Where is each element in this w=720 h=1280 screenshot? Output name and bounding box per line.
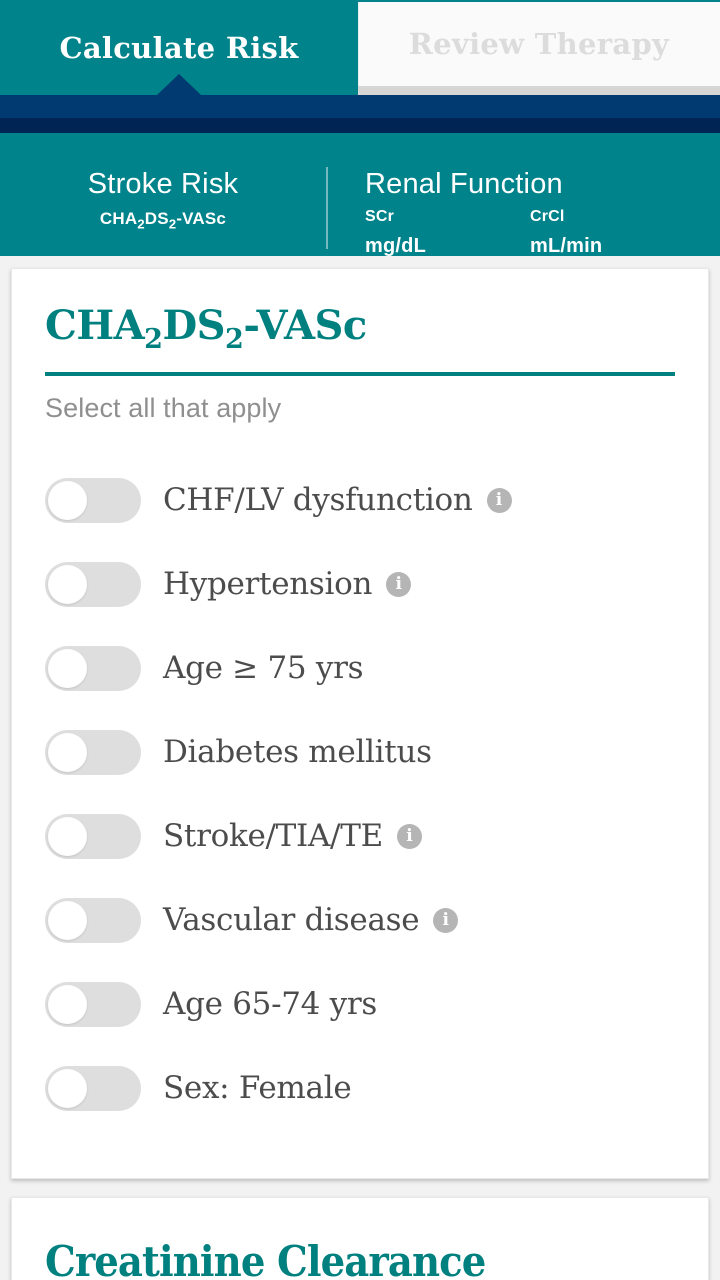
renal-field-scr[interactable]: SCr mg/dL bbox=[365, 208, 530, 258]
score-prefix: CHA bbox=[99, 209, 138, 228]
info-icon[interactable]: i bbox=[386, 571, 412, 597]
chads-vasc-row[interactable]: Stroke/TIA/TE i bbox=[45, 794, 675, 878]
card-title-sub2: 2 bbox=[225, 324, 244, 355]
chads-vasc-row[interactable]: Sex: Female bbox=[45, 1046, 675, 1130]
creatinine-clearance-title: Creatinine Clearance bbox=[45, 1237, 486, 1280]
toggle-knob bbox=[48, 1068, 87, 1108]
tab-calculate-risk-label: Calculate Risk bbox=[59, 30, 299, 65]
card-title-prefix: CHA bbox=[45, 302, 145, 349]
row-label-wrap: Age ≥ 75 yrs bbox=[141, 650, 364, 686]
toggle-knob bbox=[48, 480, 87, 520]
info-icon[interactable]: i bbox=[396, 823, 422, 849]
renal-field-crcl[interactable]: CrCl mL/min bbox=[530, 208, 695, 258]
row-label: Age ≥ 75 yrs bbox=[163, 650, 364, 686]
toggle-switch[interactable] bbox=[45, 561, 141, 607]
row-label: Diabetes mellitus bbox=[163, 734, 432, 770]
renal-fields: SCr mg/dL CrCl mL/min bbox=[365, 208, 720, 258]
chads-vasc-row[interactable]: CHF/LV dysfunction i bbox=[45, 458, 675, 542]
toggle-knob bbox=[48, 648, 87, 688]
renal-function-summary[interactable]: Renal Function SCr mg/dL CrCl mL/min bbox=[328, 145, 720, 258]
row-label: Vascular disease bbox=[163, 902, 420, 938]
row-label-wrap: Diabetes mellitus bbox=[141, 734, 432, 770]
caret-up-icon bbox=[157, 74, 201, 95]
scr-label: SCr bbox=[365, 208, 395, 225]
info-icon[interactable]: i bbox=[433, 907, 459, 933]
chads-vasc-row[interactable]: Vascular disease i bbox=[45, 878, 675, 962]
row-label: CHF/LV dysfunction bbox=[163, 482, 473, 518]
chads-vasc-card: CHA2DS2-VASc Select all that apply CHF/L… bbox=[11, 268, 709, 1179]
chads-vasc-card-title: CHA2DS2-VASc bbox=[45, 303, 675, 363]
card-title-sub1: 2 bbox=[144, 324, 163, 355]
row-label-wrap: Hypertension i bbox=[141, 566, 412, 602]
stroke-risk-title: Stroke Risk bbox=[87, 168, 239, 200]
toggle-switch[interactable] bbox=[45, 813, 141, 859]
creatinine-clearance-card: Creatinine Clearance bbox=[11, 1197, 709, 1280]
chads-vasc-row[interactable]: Diabetes mellitus bbox=[45, 710, 675, 794]
row-label-wrap: CHF/LV dysfunction i bbox=[141, 482, 512, 518]
toggle-knob bbox=[48, 816, 87, 856]
chads-vasc-card-body: CHA2DS2-VASc Select all that apply CHF/L… bbox=[12, 269, 708, 1178]
toggle-knob bbox=[48, 564, 87, 604]
renal-function-title: Renal Function bbox=[365, 168, 563, 200]
score-mid: DS bbox=[144, 209, 169, 228]
score-sub1: 2 bbox=[137, 216, 145, 232]
toggle-switch[interactable] bbox=[45, 645, 141, 691]
toggle-knob bbox=[48, 900, 87, 940]
app-root: Calculate Risk Review Therapy Stroke Ris… bbox=[0, 0, 720, 1280]
stroke-risk-summary[interactable]: Stroke Risk CHA2DS2-VASc bbox=[0, 145, 326, 231]
row-label: Hypertension bbox=[163, 566, 373, 602]
chads-vasc-row[interactable]: Age 65-74 yrs bbox=[45, 962, 675, 1046]
row-label-wrap: Age 65-74 yrs bbox=[141, 986, 377, 1022]
title-underline bbox=[45, 372, 675, 376]
tab-review-therapy[interactable]: Review Therapy bbox=[358, 2, 720, 95]
card-title-suffix: -VASc bbox=[243, 302, 367, 349]
chads-vasc-subtitle: Select all that apply bbox=[45, 393, 282, 423]
content-scroll-area[interactable]: CHA2DS2-VASc Select all that apply CHF/L… bbox=[0, 268, 720, 1280]
summary-header: Stroke Risk CHA2DS2-VASc Renal Function … bbox=[0, 133, 720, 258]
row-label-wrap: Sex: Female bbox=[141, 1070, 352, 1106]
score-suffix: -VASc bbox=[176, 209, 227, 228]
toggle-switch[interactable] bbox=[45, 477, 141, 523]
row-label-wrap: Stroke/TIA/TE i bbox=[141, 818, 422, 854]
chads-vasc-row[interactable]: Hypertension i bbox=[45, 542, 675, 626]
toggle-knob bbox=[48, 984, 87, 1024]
toggle-switch[interactable] bbox=[45, 897, 141, 943]
crcl-unit: mL/min bbox=[530, 235, 603, 257]
row-label: Sex: Female bbox=[163, 1070, 352, 1106]
scr-unit: mg/dL bbox=[365, 235, 426, 257]
stroke-risk-score-name: CHA2DS2-VASc bbox=[0, 209, 326, 231]
row-label-wrap: Vascular disease i bbox=[141, 902, 459, 938]
toggle-knob bbox=[48, 732, 87, 772]
toggle-switch[interactable] bbox=[45, 729, 141, 775]
creatinine-clearance-card-body: Creatinine Clearance bbox=[12, 1198, 708, 1280]
tab-review-therapy-label: Review Therapy bbox=[408, 27, 670, 61]
crcl-label: CrCl bbox=[530, 208, 565, 225]
info-icon[interactable]: i bbox=[486, 487, 512, 513]
row-label: Age 65-74 yrs bbox=[163, 986, 377, 1022]
row-label: Stroke/TIA/TE bbox=[163, 818, 383, 854]
toggle-switch[interactable] bbox=[45, 981, 141, 1027]
card-title-mid: DS bbox=[162, 302, 226, 349]
tab-bar: Calculate Risk Review Therapy bbox=[0, 0, 720, 95]
chads-vasc-row[interactable]: Age ≥ 75 yrs bbox=[45, 626, 675, 710]
navy-band-dark bbox=[0, 118, 720, 133]
navy-band bbox=[0, 74, 720, 118]
chads-vasc-row-list: CHF/LV dysfunction i Hypertension i Age ≥ 75… bbox=[45, 458, 675, 1178]
toggle-switch[interactable] bbox=[45, 1065, 141, 1111]
